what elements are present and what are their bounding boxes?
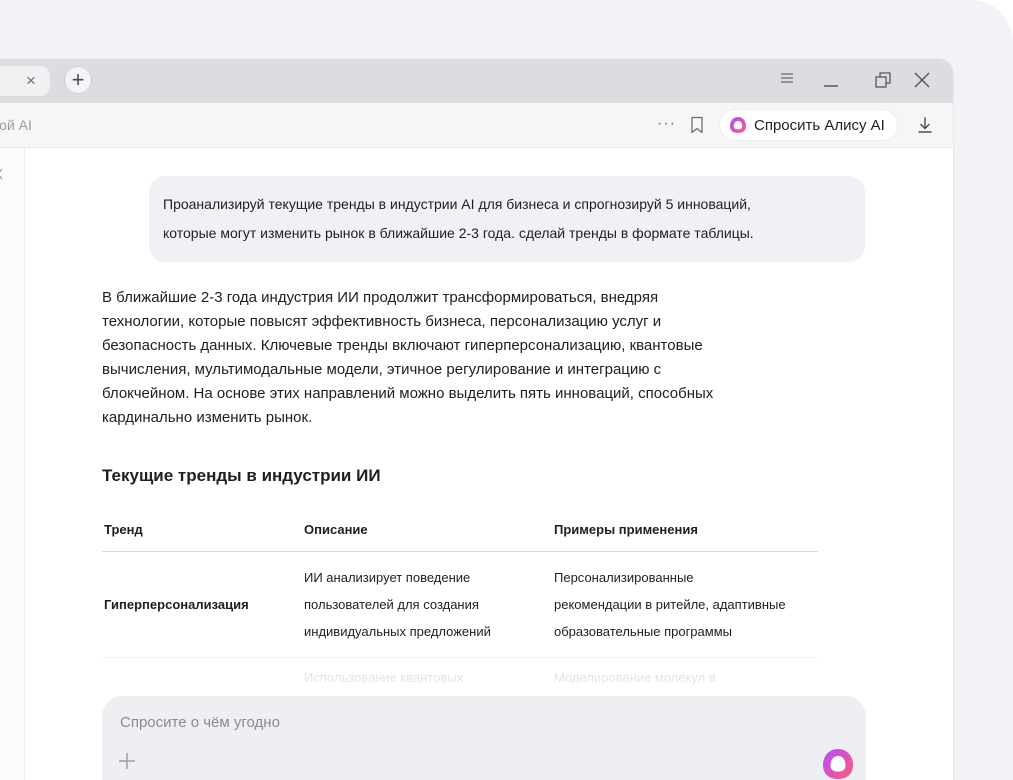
- screen-background: × + сой AI ···: [0, 0, 1013, 780]
- user-message-line: Проанализируй текущие тренды в индустрии…: [163, 196, 751, 212]
- column-header-trend: Тренд: [102, 508, 302, 552]
- table-row: Гиперперсонализация ИИ анализирует повед…: [102, 551, 818, 658]
- answer-line: технологии, которые повысят эффективност…: [102, 313, 662, 330]
- minimize-icon[interactable]: [820, 71, 842, 93]
- close-window-icon[interactable]: [911, 71, 933, 93]
- cell-line: рекомендации в ритейле, адаптивные: [554, 597, 786, 612]
- alice-send-icon[interactable]: [820, 746, 856, 780]
- message-input[interactable]: [118, 713, 722, 732]
- bookmark-icon[interactable]: [689, 116, 705, 134]
- cell-line: Использование квантовых: [304, 670, 464, 685]
- menu-icon[interactable]: [776, 71, 798, 93]
- cell-line: пользователей для создания: [304, 597, 479, 612]
- ask-alice-button[interactable]: Спросить Алису AI: [720, 110, 897, 140]
- new-tab-button[interactable]: +: [65, 67, 91, 93]
- side-panel-collapse-icon[interactable]: [0, 168, 4, 183]
- answer-line: вычисления, мультимодальные модели, этич…: [102, 361, 662, 378]
- address-text[interactable]: сой AI: [0, 117, 32, 133]
- table-header-row: Тренд Описание Примеры применения: [102, 508, 818, 552]
- cell-line: Персонализированные: [554, 570, 694, 585]
- trends-table: Тренд Описание Примеры применения Гиперп…: [102, 508, 818, 703]
- answer-line: В ближайшие 2-3 года индустрия ИИ продол…: [102, 289, 659, 306]
- answer-line: блокчейном. На основе этих направлений м…: [102, 385, 714, 402]
- alice-logo-icon: [730, 117, 746, 133]
- tab-close-icon[interactable]: ×: [22, 72, 40, 90]
- description-cell: ИИ анализирует поведение пользователей д…: [302, 551, 552, 658]
- chat-area: Проанализируй текущие тренды в индустрии…: [25, 148, 953, 780]
- restore-icon[interactable]: [872, 71, 894, 93]
- section-title: Текущие тренды в индустрии ИИ: [102, 466, 381, 485]
- assistant-answer: В ближайшие 2-3 года индустрия ИИ продол…: [102, 286, 782, 430]
- user-message-bubble: Проанализируй текущие тренды в индустрии…: [149, 176, 865, 262]
- side-panel: [0, 148, 25, 780]
- message-composer: [102, 696, 866, 780]
- address-bar: сой AI ··· Спросить Алису AI: [0, 103, 953, 148]
- download-icon[interactable]: [916, 115, 934, 135]
- browser-window: × + сой AI ···: [0, 59, 953, 780]
- active-tab[interactable]: ×: [0, 66, 50, 96]
- trend-cell: Гиперперсонализация: [102, 551, 302, 658]
- answer-line: кардинально изменить рынок.: [102, 409, 313, 426]
- cell-line: индивидуальных предложений: [304, 624, 491, 639]
- user-message-line: которые могут изменить рынок в ближайшие…: [163, 225, 754, 241]
- column-header-examples: Примеры применения: [552, 508, 818, 552]
- examples-cell: Персонализированные рекомендации в ритей…: [552, 551, 818, 658]
- cell-line: образовательные программы: [554, 624, 732, 639]
- column-header-description: Описание: [302, 508, 552, 552]
- answer-line: безопасность данных. Ключевые тренды вкл…: [102, 337, 703, 354]
- more-options-icon[interactable]: ···: [657, 115, 676, 133]
- cell-line: Моделирование молекул в: [554, 670, 716, 685]
- plus-icon[interactable]: [116, 750, 138, 772]
- tab-strip: × +: [0, 59, 953, 103]
- ask-alice-label: Спросить Алису AI: [754, 116, 885, 134]
- cell-line: ИИ анализирует поведение: [304, 570, 471, 585]
